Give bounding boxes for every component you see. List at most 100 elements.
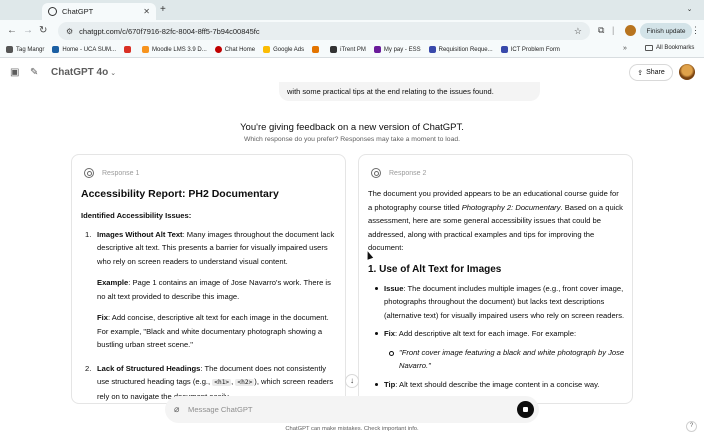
user-message-bubble: with some practical tips at the end rela… bbox=[279, 82, 540, 101]
response-1-card[interactable]: Response 1 Accessibility Report: PH2 Doc… bbox=[71, 154, 346, 404]
bookmark-label: Google Ads bbox=[273, 46, 305, 53]
example-label: Example bbox=[97, 278, 129, 287]
bookmark-label: Tag Mangr bbox=[16, 46, 45, 53]
stop-generating-button[interactable] bbox=[517, 401, 534, 418]
google-ads-icon bbox=[263, 46, 271, 53]
intro-paragraph: The document you provided appears to be … bbox=[368, 187, 625, 255]
bookmark-item[interactable] bbox=[124, 46, 134, 53]
response-2-label: Response 2 bbox=[389, 169, 427, 177]
user-avatar[interactable] bbox=[679, 64, 695, 80]
list-number: 2. bbox=[85, 363, 92, 373]
bookmark-favicon-icon bbox=[428, 46, 436, 53]
tip-text: : Alt text should describe the image con… bbox=[395, 379, 600, 389]
fix-text: : Add descriptive alt text for each imag… bbox=[394, 329, 577, 338]
fix-text: : Add concise, descriptive alt text for … bbox=[97, 313, 329, 349]
bookmark-item[interactable]: Google Ads bbox=[263, 46, 304, 53]
new-chat-icon[interactable]: ✎ bbox=[30, 67, 38, 78]
example-text: : Page 1 contains an image of Jose Navar… bbox=[97, 278, 331, 301]
site-info-icon[interactable]: ⚙ bbox=[66, 27, 73, 36]
issue-title: Lack of Structured Headings bbox=[97, 363, 201, 373]
browser-menu-icon[interactable]: ⋮ bbox=[691, 25, 700, 36]
bookmark-item[interactable]: Moodle LMS 3.9 D... bbox=[142, 46, 207, 53]
toolbar-divider: | bbox=[612, 25, 615, 35]
new-tab-button[interactable]: + bbox=[160, 4, 166, 15]
fix-label: Fix bbox=[97, 313, 108, 322]
extensions-puzzle-icon[interactable]: ⧉ bbox=[598, 25, 604, 36]
list-number: 1. bbox=[85, 229, 92, 239]
share-button[interactable]: ⇪ Share bbox=[629, 64, 673, 81]
reload-icon[interactable]: ↻ bbox=[39, 25, 47, 36]
browser-toolbar: ← → ↻ ⚙ chatgpt.com/c/670f7916-82fc-8004… bbox=[0, 20, 704, 42]
moodle-icon bbox=[142, 46, 150, 53]
all-bookmarks-button[interactable]: All Bookmarks bbox=[645, 45, 694, 51]
user-message-text: with some practical tips at the end rela… bbox=[287, 87, 494, 96]
bookmark-label: My pay - ESS bbox=[383, 46, 421, 53]
bookmarks-overflow-icon[interactable]: » bbox=[623, 45, 627, 52]
bookmark-item[interactable]: ICT Problem Form bbox=[500, 46, 560, 53]
share-icon: ⇪ bbox=[637, 69, 644, 77]
scroll-down-button[interactable]: ↓ bbox=[345, 374, 359, 388]
fix-label: Fix bbox=[384, 329, 395, 338]
message-input[interactable] bbox=[188, 402, 488, 417]
bookmark-item[interactable]: Home - UCA SUM... bbox=[52, 46, 116, 53]
bookmark-label: ICT Problem Form bbox=[510, 46, 560, 53]
tab-search-chevron-icon[interactable]: ⌄ bbox=[683, 4, 696, 16]
tab-close-icon[interactable]: ✕ bbox=[143, 7, 150, 16]
sidebar-toggle-icon[interactable]: ▣ bbox=[10, 67, 19, 78]
list-item: 1. Images Without Alt Text: Many images … bbox=[81, 228, 338, 352]
message-composer: ⌀ bbox=[165, 396, 539, 423]
bookmark-favicon-icon bbox=[214, 46, 222, 53]
bookmark-item[interactable]: Tag Mangr bbox=[6, 46, 44, 53]
help-button[interactable]: ? bbox=[686, 421, 697, 432]
browser-tab-bar: ChatGPT ✕ + ⌄ bbox=[0, 0, 704, 20]
gmail-icon bbox=[124, 46, 132, 53]
bookmark-favicon-icon bbox=[330, 46, 338, 53]
bookmark-item[interactable]: iTrent PM bbox=[330, 46, 366, 53]
list-item: Issue: The document includes multiple im… bbox=[368, 282, 625, 323]
browser-tab-chatgpt[interactable]: ChatGPT ✕ bbox=[42, 3, 156, 20]
bookmark-favicon-icon bbox=[373, 46, 381, 53]
issue-title: Images Without Alt Text bbox=[97, 229, 183, 239]
share-label: Share bbox=[646, 69, 665, 76]
bookmark-favicon-icon bbox=[500, 46, 508, 53]
model-name: ChatGPT 4o bbox=[51, 67, 109, 78]
stop-icon bbox=[523, 407, 528, 412]
url-text[interactable]: chatgpt.com/c/670f7916-82fc-8004-8ff5-7b… bbox=[79, 27, 568, 36]
response-1-header: Response 1 bbox=[84, 168, 139, 178]
all-bookmarks-label: All Bookmarks bbox=[656, 45, 695, 51]
back-arrow-icon[interactable]: ← bbox=[7, 25, 17, 36]
bookmark-item[interactable]: Requisition Reque... bbox=[428, 46, 493, 53]
model-selector[interactable]: ChatGPT 4o ⌄ bbox=[51, 67, 116, 78]
response-1-body: Accessibility Report: PH2 Documentary Id… bbox=[81, 187, 338, 403]
course-title: Photography 2: Documentary bbox=[461, 202, 561, 212]
bookmark-label: Home - UCA SUM... bbox=[62, 46, 117, 53]
paperclip-icon[interactable]: ⌀ bbox=[174, 404, 179, 415]
bookmark-star-icon[interactable]: ☆ bbox=[574, 26, 582, 37]
chatgpt-logo-icon bbox=[84, 168, 94, 178]
report-heading: Accessibility Report: PH2 Documentary bbox=[81, 188, 279, 200]
bookmark-item[interactable]: Chat Home bbox=[214, 46, 256, 53]
openai-favicon-icon bbox=[48, 7, 57, 16]
bookmark-item[interactable]: My pay - ESS bbox=[373, 46, 421, 53]
profile-avatar[interactable] bbox=[625, 25, 636, 36]
example-quote: "Front cover image featuring a black and… bbox=[368, 346, 625, 373]
response-2-header: Response 2 bbox=[371, 168, 426, 178]
issue-text: : The document includes multiple images … bbox=[384, 283, 625, 320]
list-item: Tip: Alt text should describe the image … bbox=[368, 378, 625, 392]
bookmark-favicon-icon bbox=[6, 46, 13, 53]
chatgpt-logo-icon bbox=[371, 168, 381, 178]
list-item: Fix: Add descriptive alt text for each i… bbox=[368, 327, 625, 341]
bookmark-favicon-icon bbox=[52, 46, 60, 53]
feedback-subtitle: Which response do you prefer? Responses … bbox=[243, 136, 461, 143]
disclaimer-text: ChatGPT can make mistakes. Check importa… bbox=[285, 426, 419, 432]
address-bar[interactable]: ⚙ chatgpt.com/c/670f7916-82fc-8004-8ff5-… bbox=[58, 22, 590, 40]
section-heading: 1. Use of Alt Text for Images bbox=[368, 263, 502, 275]
bookmark-item[interactable] bbox=[312, 46, 322, 53]
bookmark-label: Chat Home bbox=[224, 46, 256, 53]
inline-code: <h1> bbox=[212, 379, 232, 386]
bookmark-label: iTrent PM bbox=[340, 46, 366, 53]
forward-arrow-icon[interactable]: → bbox=[23, 25, 33, 36]
response-2-card[interactable]: Response 2 The document you provided app… bbox=[358, 154, 633, 404]
finish-update-button[interactable]: Finish update bbox=[640, 23, 692, 39]
chevron-down-icon: ⌄ bbox=[110, 70, 117, 77]
